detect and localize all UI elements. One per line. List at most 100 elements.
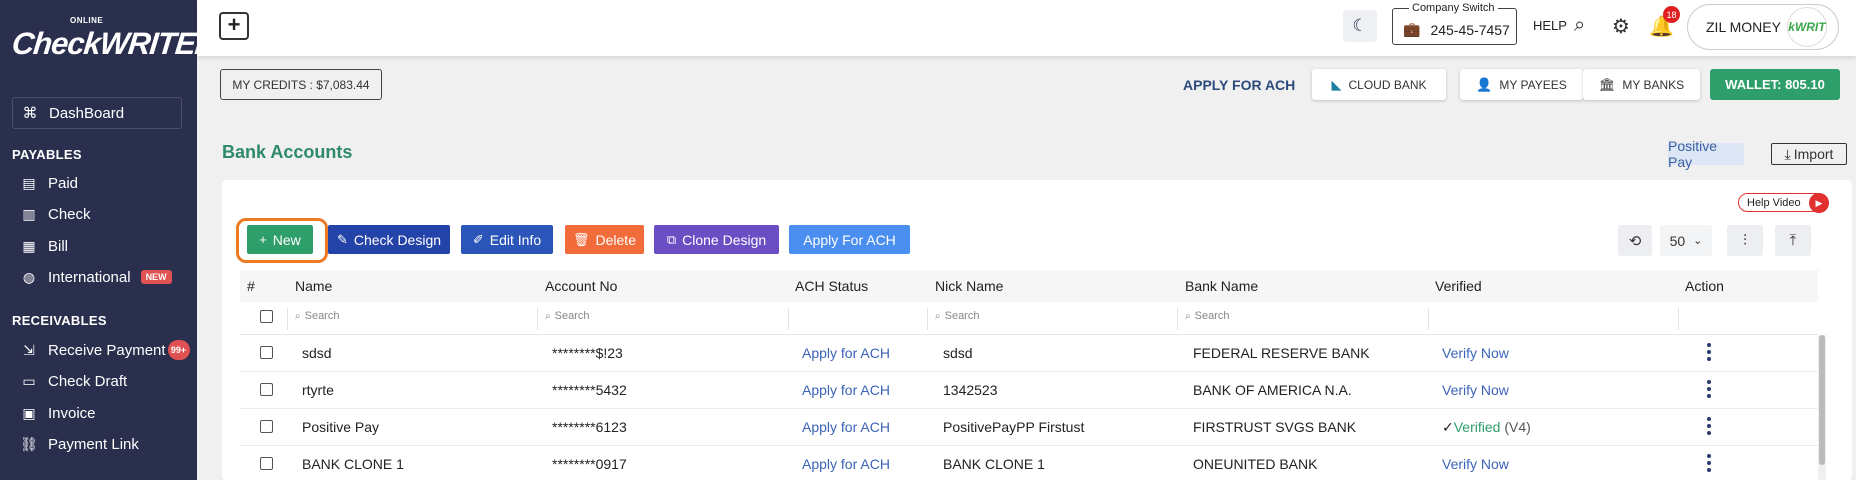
checkwriter-logo[interactable]: ONLINE CheckWRITER (10, 16, 218, 76)
sidebar-item-check-draft[interactable]: ▭ Check Draft (20, 369, 190, 393)
select-all-checkbox[interactable] (260, 310, 273, 323)
clone-design-button[interactable]: ⧉ Clone Design (654, 225, 779, 254)
table-row[interactable]: BANK CLONE 1 ********0917 Apply for ACH … (240, 446, 1818, 480)
column-header-verified[interactable]: Verified (1435, 278, 1482, 294)
sidebar-item-dashboard[interactable]: ⌘ DashBoard (12, 97, 182, 129)
sidebar-item-label: Receive Payment (48, 341, 166, 359)
page-size-value: 50 (1669, 232, 1686, 249)
row-action-menu[interactable] (1706, 343, 1712, 361)
row-verify-now-link[interactable]: Verify Now (1442, 345, 1509, 361)
sidebar-item-bill[interactable]: ▦ Bill (20, 234, 190, 258)
help-video-label: Help Video (1747, 196, 1801, 209)
apply-for-ach-button[interactable]: Apply For ACH (789, 225, 910, 254)
row-apply-ach-link[interactable]: Apply for ACH (802, 419, 890, 435)
apply-for-ach-link[interactable]: APPLY FOR ACH (1183, 77, 1295, 93)
wallet-button[interactable]: WALLET: 805.10 (1710, 69, 1840, 100)
refresh-button[interactable]: ⟲ (1618, 225, 1652, 256)
scrollbar-thumb[interactable] (1819, 335, 1825, 465)
row-verify-now-link[interactable]: Verify Now (1442, 456, 1509, 472)
check-design-label: Check Design (353, 231, 442, 248)
sidebar-item-international[interactable]: ◍ International NEW (20, 265, 190, 289)
divider (287, 308, 288, 330)
column-header-account-no[interactable]: Account No (545, 278, 617, 294)
new-button[interactable]: + New (247, 225, 313, 254)
column-settings-button[interactable]: ⫶ (1727, 225, 1763, 256)
search-icon: ⌕ (935, 310, 941, 322)
add-button[interactable]: + (219, 12, 249, 40)
cloud-bank-button[interactable]: ◣ CLOUD BANK (1312, 69, 1446, 100)
search-row: ⌕ Search ⌕ Search ⌕ Search ⌕ Search (240, 302, 1818, 335)
table-row[interactable]: rtyrte ********5432 Apply for ACH 134252… (240, 372, 1818, 409)
table-row[interactable]: Positive Pay ********6123 Apply for ACH … (240, 409, 1818, 446)
row-nick-name: PositivePayPP Firstust (943, 419, 1085, 435)
row-action-menu[interactable] (1706, 454, 1712, 472)
apply-for-ach-label: Apply For ACH (803, 231, 896, 248)
row-account-no: ********5432 (552, 382, 627, 398)
row-action-menu[interactable] (1706, 380, 1712, 398)
row-bank-name: FEDERAL RESERVE BANK (1193, 345, 1370, 361)
bank-name-search-input[interactable]: ⌕ Search (1185, 310, 1229, 322)
import-button[interactable]: ⤓ Import (1771, 143, 1847, 165)
divider (537, 308, 538, 330)
dark-mode-toggle[interactable]: ☾ (1343, 10, 1377, 42)
row-checkbox[interactable] (260, 383, 273, 396)
my-payees-button[interactable]: 👤 MY PAYEES (1460, 69, 1583, 100)
row-checkbox[interactable] (260, 457, 273, 470)
nick-name-search-input[interactable]: ⌕ Search (935, 310, 979, 322)
search-icon: ⌕ (545, 310, 551, 322)
logo-online-text: ONLINE (70, 16, 104, 25)
row-account-no: ********6123 (552, 419, 627, 435)
help-video-button[interactable]: Help Video ▶ (1738, 193, 1829, 213)
sidebar-item-payment-link[interactable]: ⛓ Payment Link (20, 432, 190, 456)
divider (1678, 308, 1679, 330)
row-apply-ach-link[interactable]: Apply for ACH (802, 382, 890, 398)
column-header-action: Action (1685, 278, 1724, 294)
name-search-input[interactable]: ⌕ Search (295, 310, 339, 322)
check-design-button[interactable]: ✎ Check Design (328, 225, 450, 254)
download-icon: ⤓ (1784, 145, 1791, 162)
edit-info-button[interactable]: ✐ Edit Info (461, 225, 553, 254)
briefcase-icon: 💼 (1403, 21, 1421, 37)
column-header-ach-status[interactable]: ACH Status (795, 278, 868, 294)
account-search-input[interactable]: ⌕ Search (545, 310, 589, 322)
company-switch-label: Company Switch (1409, 2, 1498, 14)
row-apply-ach-link[interactable]: Apply for ACH (802, 456, 890, 472)
play-icon: ▶ (1809, 193, 1829, 213)
row-verify-now-link[interactable]: Verify Now (1442, 382, 1509, 398)
user-icon: 👤 (1476, 76, 1493, 92)
sidebar-item-receive-payment[interactable]: ⇲ Receive Payment 99+ (20, 338, 190, 362)
row-bank-name: BANK OF AMERICA N.A. (1193, 382, 1352, 398)
logo-brand-text: CheckWRITER (10, 26, 219, 61)
page-title: Bank Accounts (222, 142, 353, 162)
account-menu[interactable]: ZIL MONEY kWRIT (1687, 4, 1839, 50)
delete-button[interactable]: 🗑 Delete (565, 225, 644, 254)
row-checkbox[interactable] (260, 346, 273, 359)
positive-pay-button[interactable]: Positive Pay (1668, 138, 1744, 170)
page-size-select[interactable]: 50 ⌄ (1660, 225, 1712, 256)
column-header-name[interactable]: Name (295, 278, 332, 294)
table-row[interactable]: sdsd ********$!23 Apply for ACH sdsd FED… (240, 335, 1818, 372)
row-apply-ach-link[interactable]: Apply for ACH (802, 345, 890, 361)
divider (927, 308, 928, 330)
search-placeholder: Search (1194, 310, 1230, 322)
column-header-bank-name[interactable]: Bank Name (1185, 278, 1258, 294)
verified-label: Verified (1453, 419, 1501, 435)
sidebar-item-check[interactable]: ▥ Check (20, 202, 190, 226)
scroll-top-button[interactable]: ⤒ (1775, 225, 1811, 256)
row-checkbox[interactable] (260, 420, 273, 433)
company-switch[interactable]: Company Switch 💼 245-45-7457 (1392, 2, 1517, 45)
gear-icon[interactable]: ⚙ (1612, 14, 1630, 39)
credits-badge[interactable]: MY CREDITS : $7,083.44 (220, 69, 382, 100)
search-icon[interactable]: ⌕ (1574, 14, 1585, 37)
column-header-nick-name[interactable]: Nick Name (935, 278, 1003, 294)
help-link[interactable]: HELP (1533, 18, 1567, 33)
my-banks-button[interactable]: 🏛 MY BANKS (1583, 69, 1700, 100)
row-action-menu[interactable] (1706, 417, 1712, 435)
trash-icon: 🗑 (573, 231, 590, 247)
table-scrollbar[interactable] (1818, 335, 1826, 480)
row-name: Positive Pay (302, 419, 380, 435)
cloud-bank-icon: ◣ (1331, 76, 1342, 92)
sidebar-item-paid[interactable]: ▤ Paid (20, 171, 190, 195)
sidebar-item-invoice[interactable]: ▣ Invoice (20, 401, 190, 425)
row-nick-name: sdsd (943, 345, 973, 361)
